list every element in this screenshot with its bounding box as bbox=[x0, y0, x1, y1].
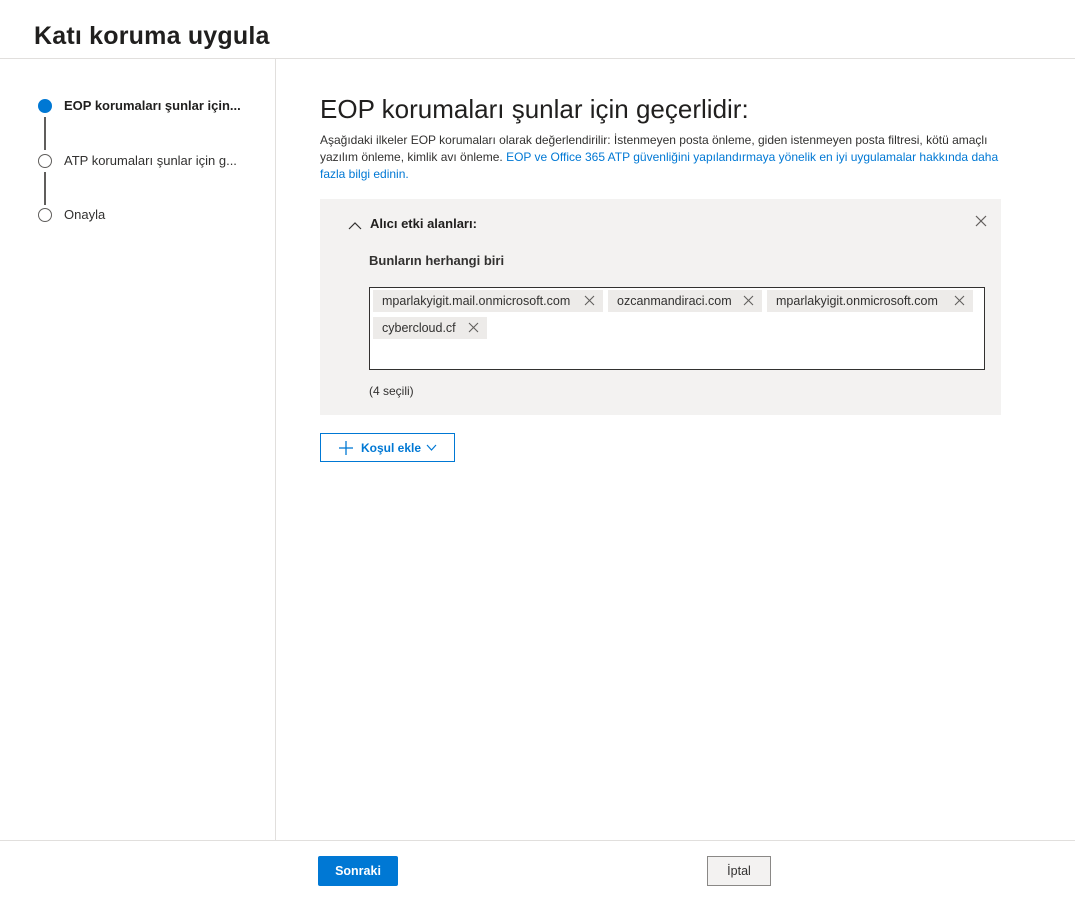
chevron-down-icon bbox=[426, 444, 437, 451]
selected-count: (4 seçili) bbox=[369, 384, 414, 398]
step-label: EOP korumaları şunlar için... bbox=[64, 98, 241, 113]
add-condition-label: Koşul ekle bbox=[361, 441, 422, 455]
remove-tag-icon[interactable] bbox=[584, 295, 595, 306]
domain-tag: mparlakyigit.mail.onmicrosoft.com bbox=[373, 290, 603, 312]
condition-title: Alıcı etki alanları: bbox=[370, 216, 477, 231]
section-description: Aşağıdaki ilkeler EOP korumaları olarak … bbox=[320, 132, 1025, 183]
section-title: EOP korumaları şunlar için geçerlidir: bbox=[320, 94, 749, 124]
step-atp[interactable]: ATP korumaları şunlar için g... bbox=[38, 153, 237, 168]
domain-tag-label: cybercloud.cf bbox=[382, 321, 456, 335]
remove-tag-icon[interactable] bbox=[743, 295, 754, 306]
next-button[interactable]: Sonraki bbox=[318, 856, 398, 886]
close-icon[interactable] bbox=[974, 214, 988, 228]
step-indicator-icon bbox=[38, 153, 52, 168]
step-active-indicator-icon bbox=[38, 98, 52, 113]
step-label: ATP korumaları şunlar için g... bbox=[64, 153, 237, 168]
step-connector bbox=[44, 117, 46, 150]
page-title: Katı koruma uygula bbox=[34, 22, 270, 50]
add-condition-button[interactable]: Koşul ekle bbox=[320, 433, 455, 462]
remove-tag-icon[interactable] bbox=[954, 295, 965, 306]
step-eop[interactable]: EOP korumaları şunlar için... bbox=[38, 98, 241, 113]
domain-tag: cybercloud.cf bbox=[373, 317, 487, 339]
condition-subtitle: Bunların herhangi biri bbox=[369, 253, 505, 268]
chevron-up-icon[interactable] bbox=[348, 219, 362, 233]
plus-icon bbox=[339, 441, 353, 455]
domain-tag: ozcanmandiraci.com bbox=[608, 290, 762, 312]
step-label: Onayla bbox=[64, 207, 106, 222]
step-connector bbox=[44, 172, 46, 205]
step-indicator-icon bbox=[38, 207, 52, 222]
domain-tag-label: ozcanmandiraci.com bbox=[617, 294, 732, 308]
footer-bar: Sonraki İptal bbox=[0, 840, 1075, 899]
step-confirm[interactable]: Onayla bbox=[38, 207, 105, 222]
page-header: Katı koruma uygula bbox=[0, 0, 1075, 59]
domain-picker-input[interactable]: mparlakyigit.mail.onmicrosoft.com ozcanm… bbox=[369, 287, 985, 370]
domain-tag-label: mparlakyigit.mail.onmicrosoft.com bbox=[382, 294, 571, 308]
cancel-button[interactable]: İptal bbox=[707, 856, 771, 886]
domain-tag-label: mparlakyigit.onmicrosoft.com bbox=[776, 294, 938, 308]
remove-tag-icon[interactable] bbox=[468, 322, 479, 333]
wizard-steps-nav: EOP korumaları şunlar için... ATP koruma… bbox=[0, 59, 276, 840]
domain-tag: mparlakyigit.onmicrosoft.com bbox=[767, 290, 973, 312]
condition-panel: Alıcı etki alanları: Bunların herhangi b… bbox=[320, 199, 1001, 415]
